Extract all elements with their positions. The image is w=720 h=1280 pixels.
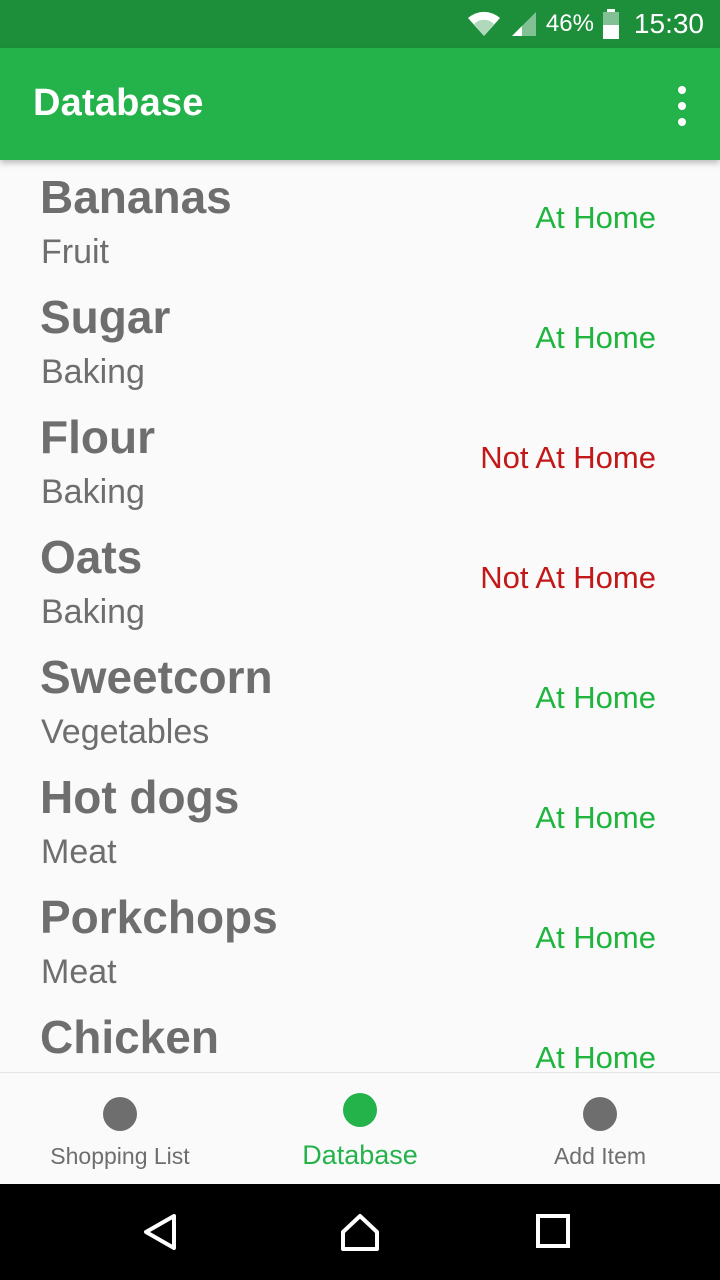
list-item[interactable]: Bananas Fruit At Home <box>0 160 720 280</box>
battery-icon <box>602 9 620 39</box>
item-status: At Home <box>535 1040 656 1072</box>
item-status: At Home <box>535 800 656 835</box>
list-item[interactable]: Sweetcorn Vegetables At Home <box>0 640 720 760</box>
status-bar: 46% 15:30 <box>0 0 720 48</box>
database-list[interactable]: Bananas Fruit At Home Sugar Baking At Ho… <box>0 160 720 1072</box>
item-status: At Home <box>535 200 656 235</box>
nav-label: Add Item <box>553 1143 647 1169</box>
nav-add-item[interactable]: Add Item <box>480 1073 720 1185</box>
nav-database[interactable]: Database <box>240 1073 480 1185</box>
item-category: Meat <box>41 833 117 871</box>
home-icon[interactable] <box>340 1212 380 1252</box>
item-name: Oats <box>40 531 143 583</box>
item-status: Not At Home <box>480 440 656 475</box>
list-item[interactable]: Chicken At Home <box>0 1000 720 1072</box>
item-category: Vegetables <box>41 713 210 751</box>
shopping-list-icon <box>103 1097 137 1131</box>
item-status: At Home <box>535 920 656 955</box>
nav-shopping-list[interactable]: Shopping List <box>0 1073 240 1185</box>
item-name: Chicken <box>40 1011 219 1063</box>
page-title: Database <box>33 82 204 124</box>
nav-label: Shopping List <box>50 1143 190 1169</box>
add-item-icon <box>583 1097 617 1131</box>
app-bar: Database <box>0 48 720 160</box>
back-icon[interactable] <box>140 1212 180 1252</box>
system-navigation-bar <box>0 1184 720 1280</box>
item-status: At Home <box>535 680 656 715</box>
list-item[interactable]: Porkchops Meat At Home <box>0 880 720 1000</box>
item-name: Sweetcorn <box>40 651 273 703</box>
list-item[interactable]: Hot dogs Meat At Home <box>0 760 720 880</box>
overflow-menu-icon[interactable] <box>670 86 694 126</box>
item-name: Porkchops <box>40 891 278 943</box>
item-category: Baking <box>41 353 145 391</box>
item-name: Flour <box>40 411 155 463</box>
database-icon <box>343 1093 377 1127</box>
battery-percentage: 46% <box>545 10 594 37</box>
item-name: Hot dogs <box>40 771 240 823</box>
item-status: Not At Home <box>480 560 656 595</box>
recents-icon[interactable] <box>534 1212 574 1252</box>
list-item[interactable]: Flour Baking Not At Home <box>0 400 720 520</box>
item-category: Baking <box>41 473 145 511</box>
item-category: Meat <box>41 953 117 991</box>
item-name: Sugar <box>40 291 171 343</box>
item-category: Baking <box>41 593 145 631</box>
nav-label: Database <box>302 1140 418 1170</box>
clock: 15:30 <box>633 8 704 39</box>
list-item[interactable]: Oats Baking Not At Home <box>0 520 720 640</box>
bottom-navigation: Shopping List Database Add Item <box>0 1072 720 1185</box>
item-status: At Home <box>535 320 656 355</box>
wifi-icon <box>466 10 502 38</box>
cell-signal-icon <box>510 10 538 38</box>
item-name: Bananas <box>40 171 232 223</box>
list-item[interactable]: Sugar Baking At Home <box>0 280 720 400</box>
item-category: Fruit <box>41 233 109 271</box>
